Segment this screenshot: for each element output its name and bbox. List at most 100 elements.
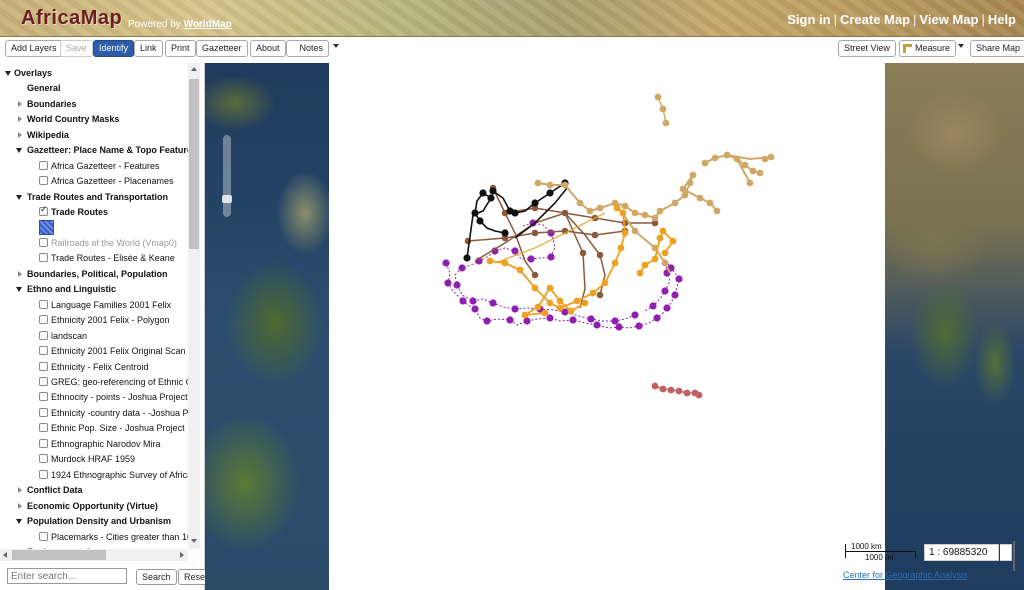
orange-route-node[interactable]: [589, 289, 597, 297]
tan-route-node[interactable]: [733, 155, 741, 163]
tan-route-node[interactable]: [681, 191, 689, 199]
tan-route-node[interactable]: [654, 93, 662, 101]
tan-route-node[interactable]: [746, 179, 754, 187]
tan-route-node[interactable]: [767, 153, 775, 161]
tan-route-node[interactable]: [761, 155, 769, 163]
layer-label[interactable]: Placemarks - Cities greater than 100,000: [51, 530, 188, 544]
layer-checkbox[interactable]: [39, 469, 48, 479]
orange-route-node[interactable]: [516, 266, 524, 274]
layer-checkbox[interactable]: [39, 315, 48, 325]
layer-checkbox[interactable]: [39, 205, 48, 217]
tree-group-label[interactable]: General: [27, 81, 61, 95]
tan-route-node[interactable]: [656, 207, 664, 215]
layer-label[interactable]: Ethnicity 2001 Felix - Polygon: [51, 313, 170, 327]
brown-route-node[interactable]: [531, 229, 539, 237]
layer-checkbox[interactable]: [39, 531, 48, 541]
expand-icon[interactable]: [5, 71, 11, 76]
layer-label[interactable]: Trade Routes - Elisée & Keane: [51, 251, 175, 265]
tan-route-node[interactable]: [586, 207, 594, 215]
purple-route-node[interactable]: [458, 264, 466, 272]
purple-route-node[interactable]: [661, 287, 669, 295]
layer-label[interactable]: GREG: geo-referencing of Ethnic Groups: [51, 375, 188, 389]
black-route-node[interactable]: [476, 217, 484, 225]
purple-route-node[interactable]: [649, 302, 657, 310]
orange-route-node[interactable]: [567, 307, 575, 315]
share-map-button[interactable]: Share Map: [970, 40, 1024, 57]
orange-route-node[interactable]: [556, 297, 564, 305]
tan-route-node[interactable]: [662, 119, 670, 127]
map-canvas[interactable]: 1000 km 1000 mi 1 : 69885320 Center for …: [205, 63, 1024, 590]
collapse-icon[interactable]: [18, 502, 22, 509]
layer-label[interactable]: Language Families 2001 Felix: [51, 298, 171, 312]
tan-route-node[interactable]: [741, 161, 749, 169]
orange-route-node[interactable]: [659, 227, 667, 235]
brown-route-line[interactable]: [467, 230, 626, 242]
collapse-icon[interactable]: [18, 487, 22, 494]
scroll-down-icon[interactable]: [191, 539, 197, 543]
black-route-node[interactable]: [489, 187, 497, 195]
red-route-node[interactable]: [659, 385, 667, 393]
purple-route-node[interactable]: [459, 297, 467, 305]
orange-route-node[interactable]: [556, 304, 564, 312]
expand-icon[interactable]: [16, 519, 22, 525]
layer-label[interactable]: Africa Gazetteer - Features: [51, 159, 160, 173]
nav-view-map[interactable]: View Map: [919, 12, 978, 27]
notes-button[interactable]: Notes: [286, 40, 329, 57]
orange-route-node[interactable]: [534, 303, 542, 311]
purple-route-node[interactable]: [506, 316, 514, 324]
tan-route-node[interactable]: [534, 179, 542, 187]
layer-label[interactable]: Ethnicity 2001 Felix Original Scan: [51, 344, 186, 358]
notes-dropdown-icon[interactable]: [333, 44, 339, 48]
orange-route-node[interactable]: [581, 299, 589, 307]
tan-route-node[interactable]: [576, 199, 584, 207]
save-button[interactable]: Save: [60, 40, 93, 57]
purple-route-node[interactable]: [611, 317, 619, 325]
collapse-icon[interactable]: [18, 131, 22, 138]
red-route-node[interactable]: [683, 389, 691, 397]
tree-group-label[interactable]: World Country Masks: [27, 112, 119, 126]
collapse-icon[interactable]: [18, 116, 22, 123]
layer-label[interactable]: Murdock HRAF 1959: [51, 452, 135, 466]
layer-label[interactable]: Railroads of the World (Vmap0): [51, 236, 177, 250]
trade-routes-layer[interactable]: [205, 63, 1024, 590]
tan-route-node[interactable]: [661, 259, 669, 267]
orange-route-node[interactable]: [611, 259, 619, 267]
orange-route-node[interactable]: [546, 284, 554, 292]
orange-route-node[interactable]: [613, 204, 621, 212]
tree-group-label[interactable]: Boundaries, Political, Population: [27, 267, 168, 281]
layer-checkbox[interactable]: [39, 299, 48, 309]
expand-icon[interactable]: [16, 287, 22, 293]
purple-route-node[interactable]: [527, 255, 535, 263]
purple-route-node[interactable]: [511, 305, 519, 313]
tan-route-node[interactable]: [659, 105, 667, 113]
tree-group-label[interactable]: Economic Opportunity (Virtue): [27, 499, 158, 513]
layer-checkbox[interactable]: [39, 438, 48, 448]
tan-route-node[interactable]: [701, 159, 709, 167]
tan-route-node[interactable]: [596, 204, 604, 212]
brown-route-node[interactable]: [579, 249, 587, 257]
red-route-node[interactable]: [695, 391, 703, 399]
search-input[interactable]: [7, 568, 127, 584]
tree-group-label[interactable]: Wikipedia: [27, 128, 69, 142]
link-button[interactable]: Link: [134, 40, 163, 57]
collapse-icon[interactable]: [18, 100, 22, 107]
layer-checkbox[interactable]: [39, 423, 48, 433]
purple-route-node[interactable]: [453, 281, 461, 289]
scroll-left-icon[interactable]: [3, 552, 7, 558]
search-button[interactable]: Search: [136, 569, 177, 585]
tan-route-node[interactable]: [756, 169, 764, 177]
brown-route-line[interactable]: [564, 212, 586, 309]
purple-route-node[interactable]: [615, 323, 623, 331]
orange-route-node[interactable]: [617, 244, 625, 252]
layer-label[interactable]: Africa Gazetteer - Placenames: [51, 174, 174, 188]
add-layers-button[interactable]: Add Layers: [5, 40, 63, 57]
tan-route-node[interactable]: [631, 209, 639, 217]
tan-route-node[interactable]: [621, 202, 629, 210]
scale-ratio-dropdown[interactable]: [1000, 544, 1012, 561]
scrollbar-thumb[interactable]: [12, 550, 106, 560]
orange-route-node[interactable]: [661, 249, 669, 257]
tree-group-label[interactable]: Conflict Data: [27, 483, 83, 497]
purple-route-node[interactable]: [547, 229, 555, 237]
tan-route-node[interactable]: [749, 167, 757, 175]
layer-checkbox[interactable]: [39, 160, 48, 170]
